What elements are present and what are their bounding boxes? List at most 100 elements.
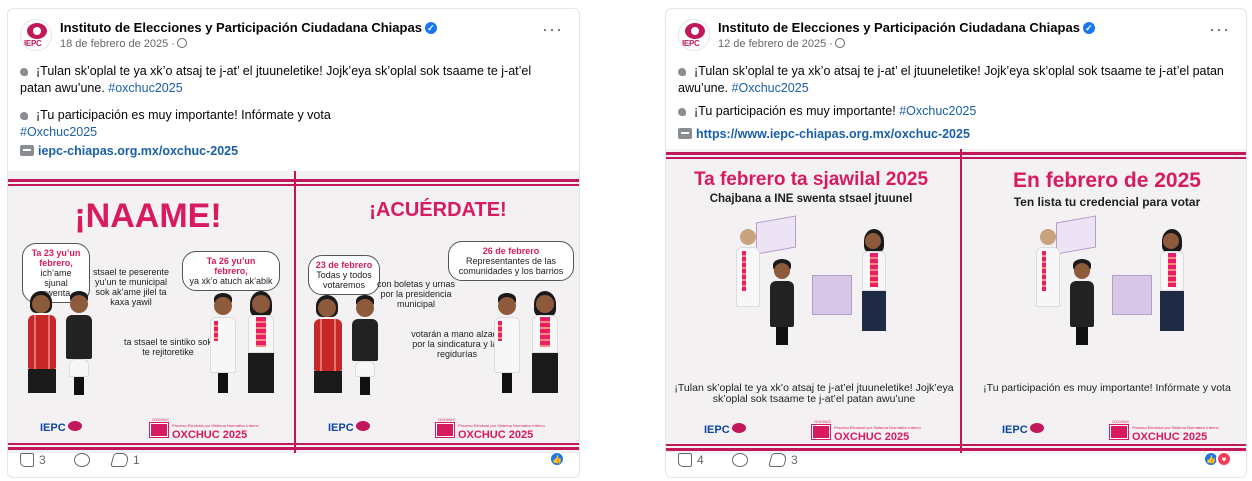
link-arrow-icon	[678, 128, 692, 139]
thumbs-up-icon	[20, 453, 34, 467]
post-paragraph-2: ¡Tu participación es muy importante! Inf…	[20, 108, 331, 139]
hashtag-link[interactable]: #Oxchuc2025	[732, 81, 809, 95]
post-action-bar: 4 3 👍 ♥	[678, 451, 1232, 471]
love-reaction-icon: ♥	[1216, 451, 1232, 467]
oxchuc-logo: OXCHUC 2025	[458, 429, 534, 441]
share-icon	[110, 453, 130, 467]
oxchuc-box-icon	[149, 422, 169, 438]
like-button[interactable]: 4	[678, 453, 704, 467]
iepc-flower-icon	[355, 421, 370, 431]
post-header: IEPC Instituto de Elecciones y Participa…	[678, 19, 1234, 55]
post-image[interactable]: ¡NAAME! ¡ACUÉRDATE! Ta 23 yu’un febrero,…	[8, 171, 579, 453]
iepc-logo: IEPC	[704, 423, 746, 436]
iepc-logo: IEPC	[328, 421, 370, 434]
center-divider	[960, 149, 962, 453]
bubble-caption: votarán a mano alzada por la sindicatura…	[411, 329, 503, 359]
share-button[interactable]: 3	[768, 453, 798, 467]
avatar-logo-text: IEPC	[24, 39, 42, 48]
oxchuc-top-label: OXCHUC	[152, 417, 170, 422]
oxchuc-top-label: OXCHUC	[438, 417, 456, 422]
post-link-line: iepc-chiapas.org.mx/oxchuc-2025	[20, 143, 565, 160]
like-count: 4	[697, 453, 704, 467]
comment-button[interactable]	[74, 453, 90, 467]
left-subtitle: Chajbana a INE swenta stsael jtuunel	[709, 193, 913, 205]
bubble-caption: ta stsael te sintiko sok te rejitoretike	[123, 337, 213, 357]
post-action-bar: 3 1 👍	[20, 451, 565, 471]
share-count: 3	[791, 453, 798, 467]
like-button[interactable]: 3	[20, 453, 46, 467]
post-url-link[interactable]: https://www.iepc-chiapas.org.mx/oxchuc-2…	[696, 127, 970, 141]
post-image[interactable]: Ta febrero ta sjawilal 2025 Chajbana a I…	[666, 149, 1246, 453]
right-title: ¡ACUÉRDATE!	[369, 199, 507, 221]
globe-icon	[176, 38, 187, 48]
bubble-caption: con boletas y urnas por la presidencia m…	[376, 279, 456, 309]
megaphone-icon	[20, 108, 34, 120]
more-options-button[interactable]: ···	[1209, 20, 1230, 38]
top-border-stripe-thin	[666, 157, 1246, 159]
post-paragraph-1: ¡Tulan sk’oplal te ya xk’o atsaj te j-at…	[678, 64, 1224, 95]
comment-button[interactable]	[732, 453, 748, 467]
post-link-line: https://www.iepc-chiapas.org.mx/oxchuc-2…	[678, 126, 1232, 143]
iepc-flower-icon	[731, 423, 746, 433]
hashtag-link[interactable]: #Oxchuc2025	[899, 104, 976, 118]
left-title: ¡NAAME!	[74, 197, 222, 235]
oxchuc-box-icon	[435, 422, 455, 438]
globe-icon	[834, 38, 845, 48]
hashtag-link[interactable]: #Oxchuc2025	[20, 125, 97, 139]
bottom-border-stripe-thin	[666, 444, 1246, 446]
ballot-box-illustration	[1112, 275, 1152, 315]
bottom-border-stripe-thin	[8, 443, 579, 445]
top-border-stripe	[666, 152, 1246, 155]
oxchuc-logo: OXCHUC 2025	[1132, 431, 1208, 443]
facebook-post-2: IEPC Instituto de Elecciones y Participa…	[665, 8, 1247, 478]
comment-icon	[74, 453, 90, 467]
right-subtitle: Ten lista tu credencial para votar	[1013, 195, 1201, 209]
oxchuc-top-label: OXCHUC	[1112, 419, 1130, 424]
megaphone-icon	[678, 104, 692, 116]
reactions-summary[interactable]: 👍	[549, 451, 565, 467]
post-date[interactable]: 12 de febrero de 2025 ·	[718, 38, 845, 50]
oxchuc-small-text: Proceso Electoral por Sistema Normativo …	[1132, 425, 1219, 430]
like-reaction-icon: 👍	[549, 451, 565, 467]
post-header: IEPC Instituto de Elecciones y Participa…	[20, 19, 567, 55]
voting-booth-illustration	[1056, 215, 1096, 255]
comment-icon	[732, 453, 748, 467]
speech-bubble: 23 de febrero Todas y todos votaremos	[308, 255, 380, 295]
thumbs-up-icon	[678, 453, 692, 467]
reactions-summary[interactable]: 👍 ♥	[1203, 451, 1232, 467]
iepc-logo: IEPC	[1002, 423, 1044, 436]
megaphone-icon	[678, 64, 692, 76]
page-avatar[interactable]: IEPC	[20, 19, 52, 51]
iepc-logo-icon	[27, 23, 47, 39]
more-options-button[interactable]: ···	[542, 20, 563, 38]
bubble-caption: stsael te peserente yu’un te municipal s…	[92, 267, 170, 307]
megaphone-icon	[20, 64, 34, 76]
page-name[interactable]: Instituto de Elecciones y Participación …	[718, 20, 1095, 35]
post-url-link[interactable]: iepc-chiapas.org.mx/oxchuc-2025	[38, 144, 238, 158]
oxchuc-small-text: Proceso Electoral por Sistema Normativo …	[172, 423, 259, 428]
oxchuc-box-icon	[811, 424, 831, 440]
oxchuc-small-text: Proceso Electoral por Sistema Normativo …	[834, 425, 921, 430]
iepc-logo-icon	[685, 23, 705, 39]
post-date[interactable]: 18 de febrero de 2025 ·	[60, 38, 187, 50]
left-title: Ta febrero ta sjawilal 2025	[693, 169, 929, 190]
speech-bubble: Ta 26 yu’un febrero, ya xk’o atuch ak’abi…	[182, 251, 280, 291]
like-count: 3	[39, 453, 46, 467]
ballot-box-illustration	[812, 275, 852, 315]
share-button[interactable]: 1	[110, 453, 140, 467]
oxchuc-small-text: Proceso Electoral por Sistema Normativo …	[458, 423, 545, 428]
iepc-logo: IEPC	[40, 421, 82, 434]
page-avatar[interactable]: IEPC	[678, 19, 710, 51]
link-arrow-icon	[20, 145, 34, 156]
verified-badge-icon: ✓	[424, 22, 437, 34]
oxchuc-top-label: OXCHUC	[814, 419, 832, 424]
hashtag-link[interactable]: #oxchuc2025	[108, 81, 182, 95]
share-count: 1	[133, 453, 140, 467]
verified-badge-icon: ✓	[1082, 22, 1095, 34]
post-paragraph-2: ¡Tu participación es muy importante! #Ox…	[678, 103, 1232, 120]
facebook-post-1: IEPC Instituto de Elecciones y Participa…	[7, 8, 580, 478]
bottom-border-stripe	[8, 447, 579, 450]
page-name[interactable]: Instituto de Elecciones y Participación …	[60, 20, 437, 35]
iepc-flower-icon	[1029, 423, 1044, 433]
right-caption: ¡Tu participación es muy importante! Inf…	[983, 382, 1231, 394]
